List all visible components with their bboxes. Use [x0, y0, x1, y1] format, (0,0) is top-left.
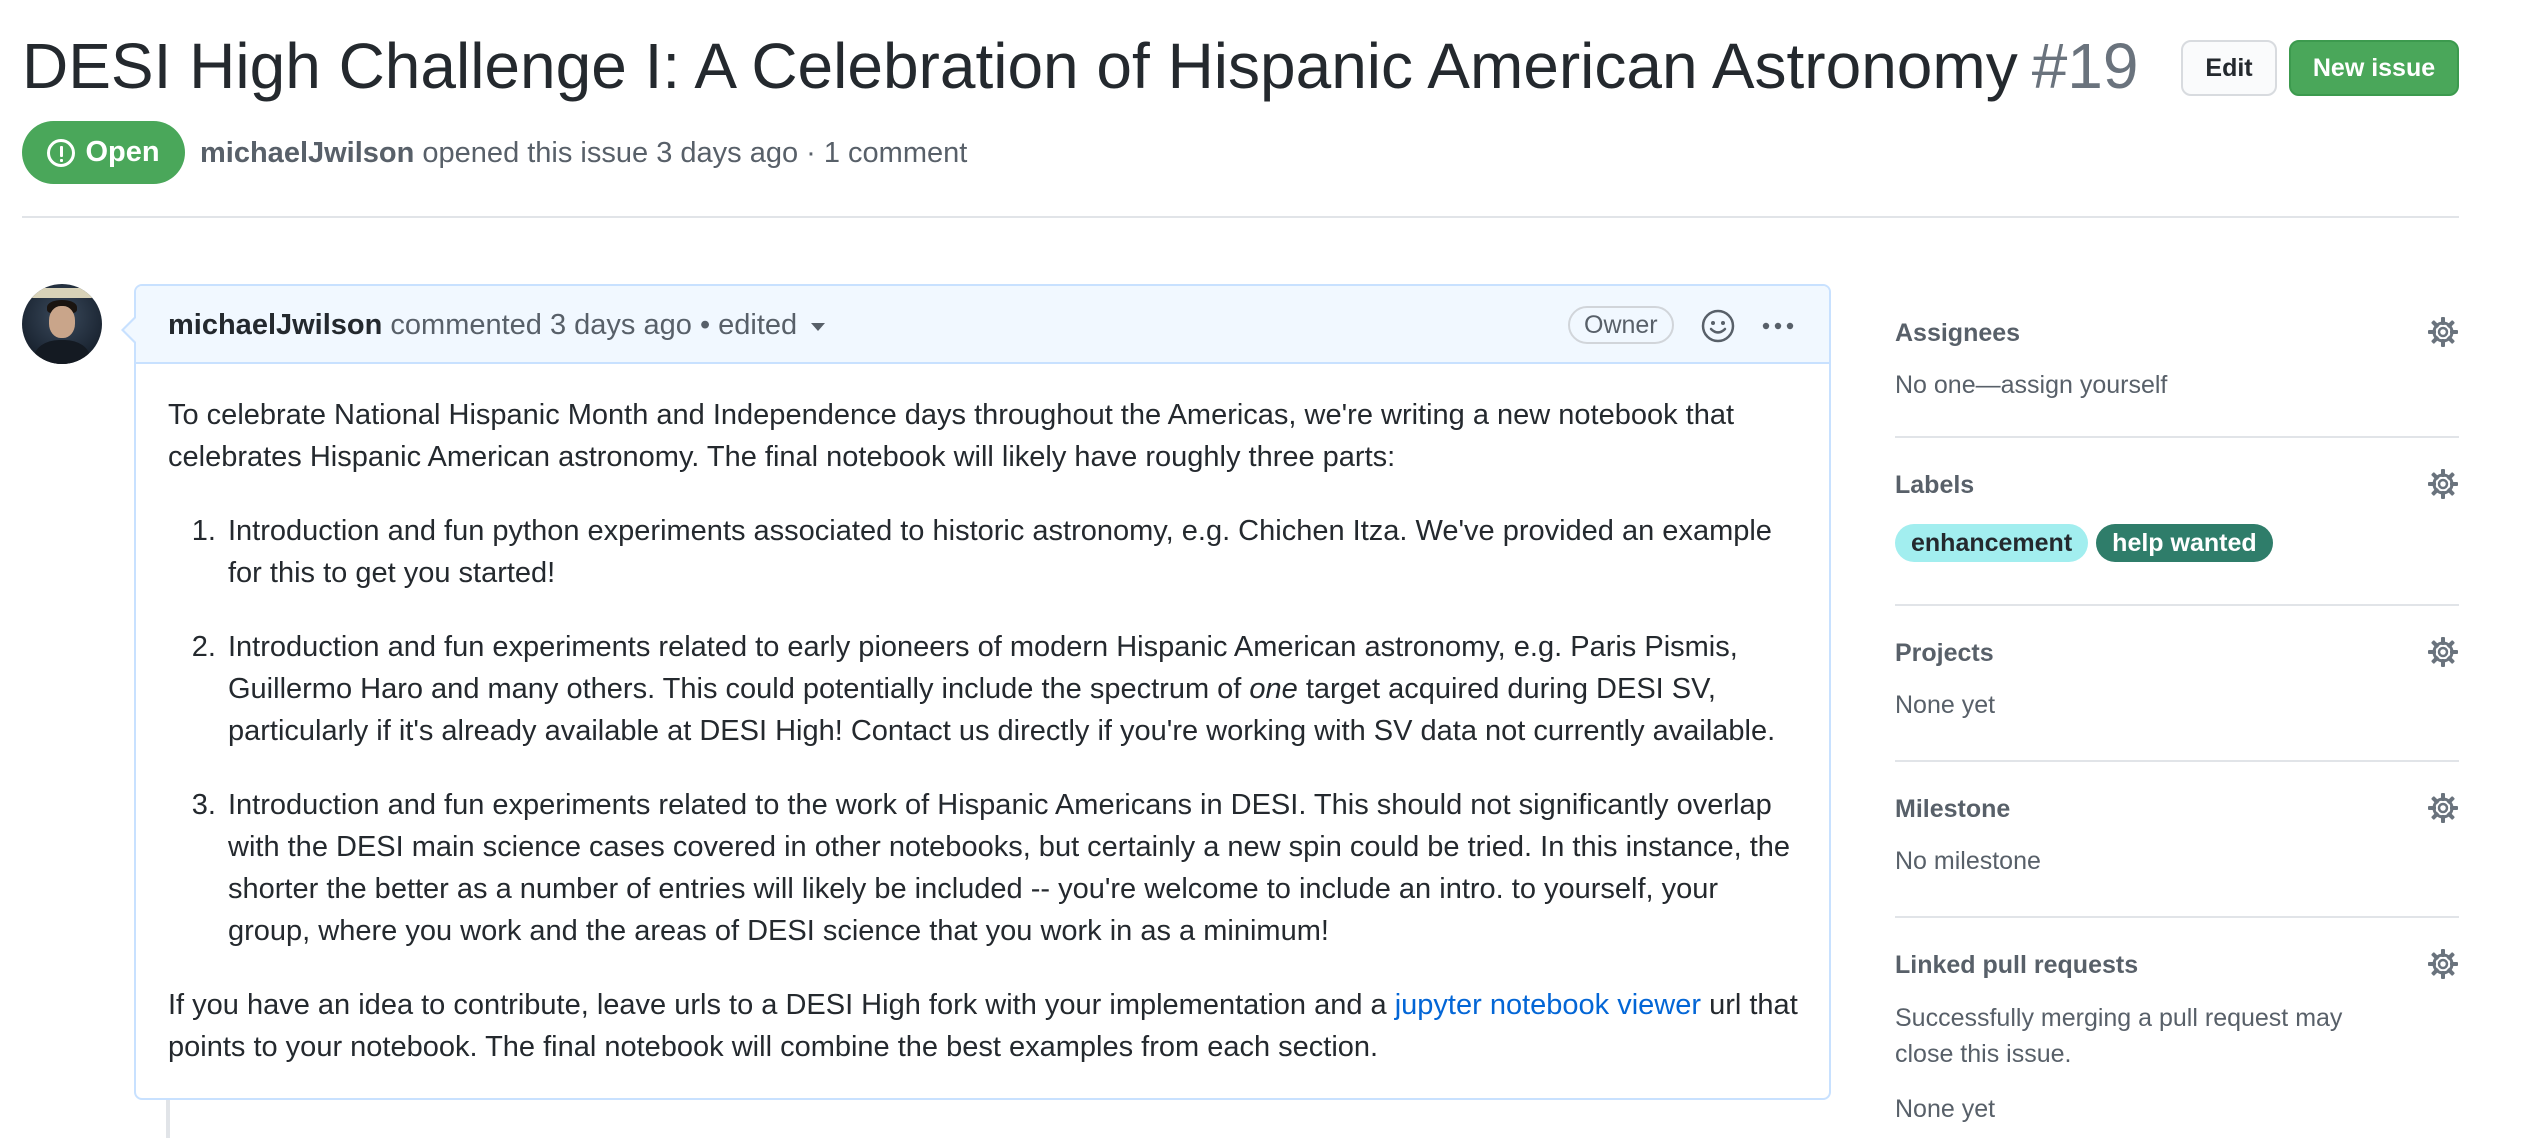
comment-body: To celebrate National Hispanic Month and…: [168, 394, 1808, 1100]
issue-number: #19: [2031, 30, 2139, 102]
assignees-heading[interactable]: Assignees: [1895, 290, 2459, 350]
labels-heading[interactable]: Labels: [1895, 438, 2459, 502]
linked-prs-value: None yet: [1895, 1095, 1996, 1123]
list-item: Introduction and fun python experiments …: [224, 510, 1808, 594]
smiley-icon[interactable]: [1700, 308, 1736, 344]
caret-down-icon: [811, 323, 826, 332]
issue-title: DESI High Challenge I: A Celebration of …: [22, 30, 2018, 102]
sidebar-assignees: Assignees No one—assign yourself: [1895, 290, 2459, 438]
jupyter-viewer-link[interactable]: jupyter notebook viewer: [1395, 989, 1701, 1021]
issue-opened-icon: [47, 138, 76, 167]
gear-icon[interactable]: [2427, 948, 2459, 980]
issue-author-link[interactable]: michaelJwilson: [200, 137, 414, 169]
edited-label: • edited: [699, 309, 798, 341]
assignees-value[interactable]: No one—assign yourself: [1895, 368, 2459, 402]
outro-text: If you have an idea to contribute, leave…: [168, 989, 1395, 1021]
comment-list: Introduction and fun python experiments …: [168, 510, 1808, 952]
gear-icon[interactable]: [2427, 636, 2459, 668]
comment-timestamp[interactable]: commented 3 days ago: [390, 309, 691, 341]
milestone-value: No milestone: [1895, 847, 2041, 875]
comment-outro: If you have an idea to contribute, leave…: [168, 984, 1808, 1068]
label-help-wanted[interactable]: help wanted: [2096, 524, 2273, 562]
sidebar: Assignees No one—assign yourself Labels …: [1895, 290, 2459, 1123]
avatar[interactable]: [22, 284, 102, 364]
sidebar-milestone: Milestone No milestone: [1895, 762, 2459, 918]
issue-opened-text: opened this issue 3 days ago · 1 comment: [422, 137, 968, 169]
comment-box: michaelJwilson commented 3 days ago • ed…: [121, 284, 1831, 1100]
issue-meta: michaelJwilson opened this issue 3 days …: [200, 134, 967, 172]
sidebar-projects: Projects None yet: [1895, 606, 2459, 762]
timeline-line: [166, 1098, 170, 1138]
sidebar-labels: Labels enhancement help wanted: [1895, 438, 2459, 606]
linked-prs-description: Successfully merging a pull request may …: [1895, 1004, 2343, 1068]
emphasis-text: one: [1249, 673, 1298, 705]
issue-state-label: Open: [85, 136, 160, 168]
list-item: Introduction and fun experiments related…: [224, 626, 1808, 752]
avatar-shirt-band: [30, 288, 94, 298]
avatar-face: [49, 306, 75, 338]
comment-edited-dropdown[interactable]: • edited: [699, 309, 826, 341]
new-issue-button[interactable]: New issue: [2289, 40, 2459, 96]
projects-heading[interactable]: Projects: [1895, 606, 2459, 670]
sidebar-linked-prs: Linked pull requests Successfully mergin…: [1895, 918, 2459, 1123]
projects-value: None yet: [1895, 691, 1996, 719]
gear-icon[interactable]: [2427, 316, 2459, 348]
milestone-heading[interactable]: Milestone: [1895, 762, 2459, 826]
list-item: Introduction and fun experiments related…: [224, 784, 1808, 952]
kebab-horizontal-icon[interactable]: [1758, 308, 1798, 344]
issue-state-badge: Open: [22, 121, 185, 184]
label-enhancement[interactable]: enhancement: [1895, 524, 2089, 562]
comment-intro: To celebrate National Hispanic Month and…: [168, 399, 1735, 473]
header-divider: [22, 216, 2459, 218]
owner-badge: Owner: [1568, 306, 1674, 344]
gear-icon[interactable]: [2427, 468, 2459, 500]
issue-title-row: DESI High Challenge I: A Celebration of …: [22, 24, 2138, 108]
gear-icon[interactable]: [2427, 792, 2459, 824]
labels-list: enhancement help wanted: [1895, 524, 2459, 562]
comment-meta: michaelJwilson commented 3 days ago • ed…: [168, 306, 826, 344]
linked-prs-heading[interactable]: Linked pull requests: [1895, 918, 2459, 982]
comment-header: michaelJwilson commented 3 days ago • ed…: [136, 286, 1829, 364]
avatar-body: [34, 340, 90, 364]
edit-button[interactable]: Edit: [2181, 40, 2277, 96]
comment-author-link[interactable]: michaelJwilson: [168, 309, 382, 341]
